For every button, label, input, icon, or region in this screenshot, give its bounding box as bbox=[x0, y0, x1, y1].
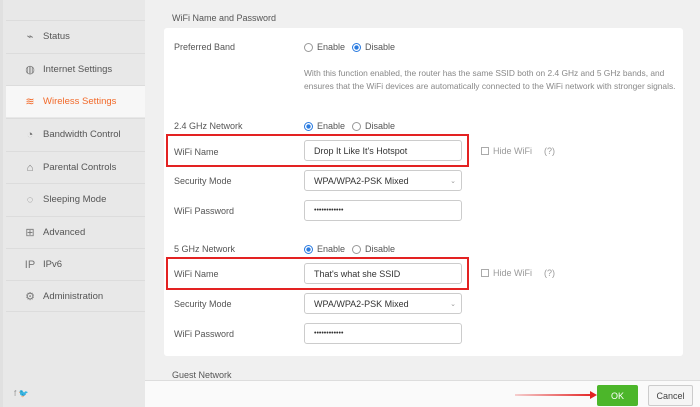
radio-label: Enable bbox=[317, 121, 346, 131]
band5-security-select[interactable]: WPA/WPA2-PSK Mixed ⌄ bbox=[304, 293, 462, 314]
band5-password-input[interactable]: •••••••••••• bbox=[304, 323, 462, 344]
help-icon[interactable]: (?) bbox=[544, 146, 555, 156]
band5-security-label: Security Mode bbox=[174, 299, 232, 309]
sidebar-item-label: Wireless Settings bbox=[43, 96, 117, 107]
ok-button[interactable]: OK bbox=[597, 385, 638, 406]
preferred-band-radios: Enable Disable bbox=[304, 42, 395, 52]
sidebar-item-label: Administration bbox=[43, 290, 104, 302]
radio-label: Disable bbox=[365, 244, 396, 254]
grid-icon: ⊞ bbox=[25, 227, 35, 239]
band5-wifi-name-input[interactable]: That's what she SSID bbox=[304, 263, 462, 284]
sidebar-item-internet-settings[interactable]: ◍ Internet Settings bbox=[6, 53, 148, 85]
wifi-icon: ≋ bbox=[25, 96, 35, 108]
band24-password-label: WiFi Password bbox=[174, 206, 235, 216]
band5-hide-wifi-checkbox[interactable] bbox=[481, 269, 489, 277]
band24-password-input[interactable]: •••••••••••• bbox=[304, 200, 462, 221]
sidebar-item-label: Parental Controls bbox=[43, 162, 117, 173]
sidebar-item-bandwidth-control[interactable]: ◔ Bandwidth Control bbox=[6, 118, 148, 150]
preferred-band-description: With this function enabled, the router h… bbox=[304, 68, 676, 91]
ipv6-icon: IP bbox=[24, 258, 36, 271]
sidebar-item-label: Internet Settings bbox=[43, 64, 113, 75]
sidebar-item-status[interactable]: ⌁ Status bbox=[6, 20, 148, 52]
sidebar-item-label: Bandwidth Control bbox=[43, 129, 121, 140]
sidebar-item-wireless-settings[interactable]: ≋ Wireless Settings bbox=[6, 85, 148, 117]
band5-enable-radio[interactable] bbox=[304, 244, 313, 254]
band24-hide-wifi-checkbox[interactable] bbox=[481, 147, 489, 155]
band24-disable-radio[interactable] bbox=[352, 121, 362, 131]
sidebar: ⌁ Status ◍ Internet Settings ≋ Wireless Set… bbox=[0, 0, 148, 407]
cancel-button[interactable]: Cancel bbox=[648, 385, 693, 406]
select-value: WPA/WPA2-PSK Mixed bbox=[314, 298, 409, 309]
preferred-band-disable-radio[interactable] bbox=[352, 42, 362, 52]
gauge-icon: ◔ bbox=[26, 128, 34, 141]
radio-label: Enable bbox=[317, 244, 346, 254]
preferred-band-enable-radio[interactable] bbox=[304, 42, 313, 52]
sidebar-item-administration[interactable]: ⚙ Administration bbox=[6, 280, 148, 312]
band24-security-label: Security Mode bbox=[174, 176, 232, 186]
arrow-annotation bbox=[515, 394, 595, 396]
sleep-icon: ◌ bbox=[26, 193, 34, 206]
sidebar-item-parental-controls[interactable]: ⌂ Parental Controls bbox=[6, 151, 148, 183]
help-icon[interactable]: (?) bbox=[544, 268, 555, 278]
radio-label: Enable bbox=[317, 42, 346, 52]
preferred-band-label: Preferred Band bbox=[174, 42, 236, 52]
sidebar-item-ipv6[interactable]: IP IPv6 bbox=[6, 248, 148, 280]
status-icon: ⌁ bbox=[26, 31, 34, 43]
select-value: WPA/WPA2-PSK Mixed bbox=[314, 175, 409, 186]
sidebar-item-label: Sleeping Mode bbox=[43, 194, 107, 205]
hide-wifi-label: Hide WiFi bbox=[493, 146, 533, 156]
sidebar-item-label: IPv6 bbox=[43, 259, 63, 270]
sidebar-item-label: Status bbox=[43, 31, 70, 42]
band5-wifi-name-label: WiFi Name bbox=[174, 269, 219, 279]
sidebar-item-advanced[interactable]: ⊞ Advanced bbox=[6, 216, 148, 248]
band24-security-select[interactable]: WPA/WPA2-PSK Mixed ⌄ bbox=[304, 170, 462, 191]
band5-disable-radio[interactable] bbox=[352, 244, 362, 254]
guest-network-title: Guest Network bbox=[172, 370, 232, 380]
chevron-down-icon: ⌄ bbox=[450, 300, 456, 308]
hide-wifi-label: Hide WiFi bbox=[493, 268, 533, 278]
house-icon: ⌂ bbox=[26, 161, 34, 174]
band24-hide-wifi: Hide WiFi (?) bbox=[481, 146, 555, 156]
gear-icon: ⚙ bbox=[25, 290, 35, 303]
band24-enable-radio[interactable] bbox=[304, 121, 313, 131]
band5-hide-wifi: Hide WiFi (?) bbox=[481, 268, 555, 278]
radio-label: Disable bbox=[365, 42, 396, 52]
social-links[interactable]: f 🐦 bbox=[14, 389, 28, 398]
sidebar-item-label: Advanced bbox=[43, 227, 86, 238]
arrow-head-icon bbox=[590, 391, 597, 399]
section-title: WiFi Name and Password bbox=[172, 13, 277, 23]
chevron-down-icon: ⌄ bbox=[450, 177, 456, 185]
band24-label: 2.4 GHz Network bbox=[174, 121, 243, 131]
radio-label: Disable bbox=[365, 121, 396, 131]
globe-icon: ◍ bbox=[25, 64, 35, 76]
band5-radios: Enable Disable bbox=[304, 244, 395, 254]
band5-label: 5 GHz Network bbox=[174, 244, 236, 254]
band5-password-label: WiFi Password bbox=[174, 329, 235, 339]
band24-wifi-name-input[interactable]: Drop It Like It's Hotspot bbox=[304, 140, 462, 161]
band24-radios: Enable Disable bbox=[304, 121, 395, 131]
sidebar-item-sleeping-mode[interactable]: ◌ Sleeping Mode bbox=[6, 183, 148, 215]
band24-wifi-name-label: WiFi Name bbox=[174, 147, 219, 157]
